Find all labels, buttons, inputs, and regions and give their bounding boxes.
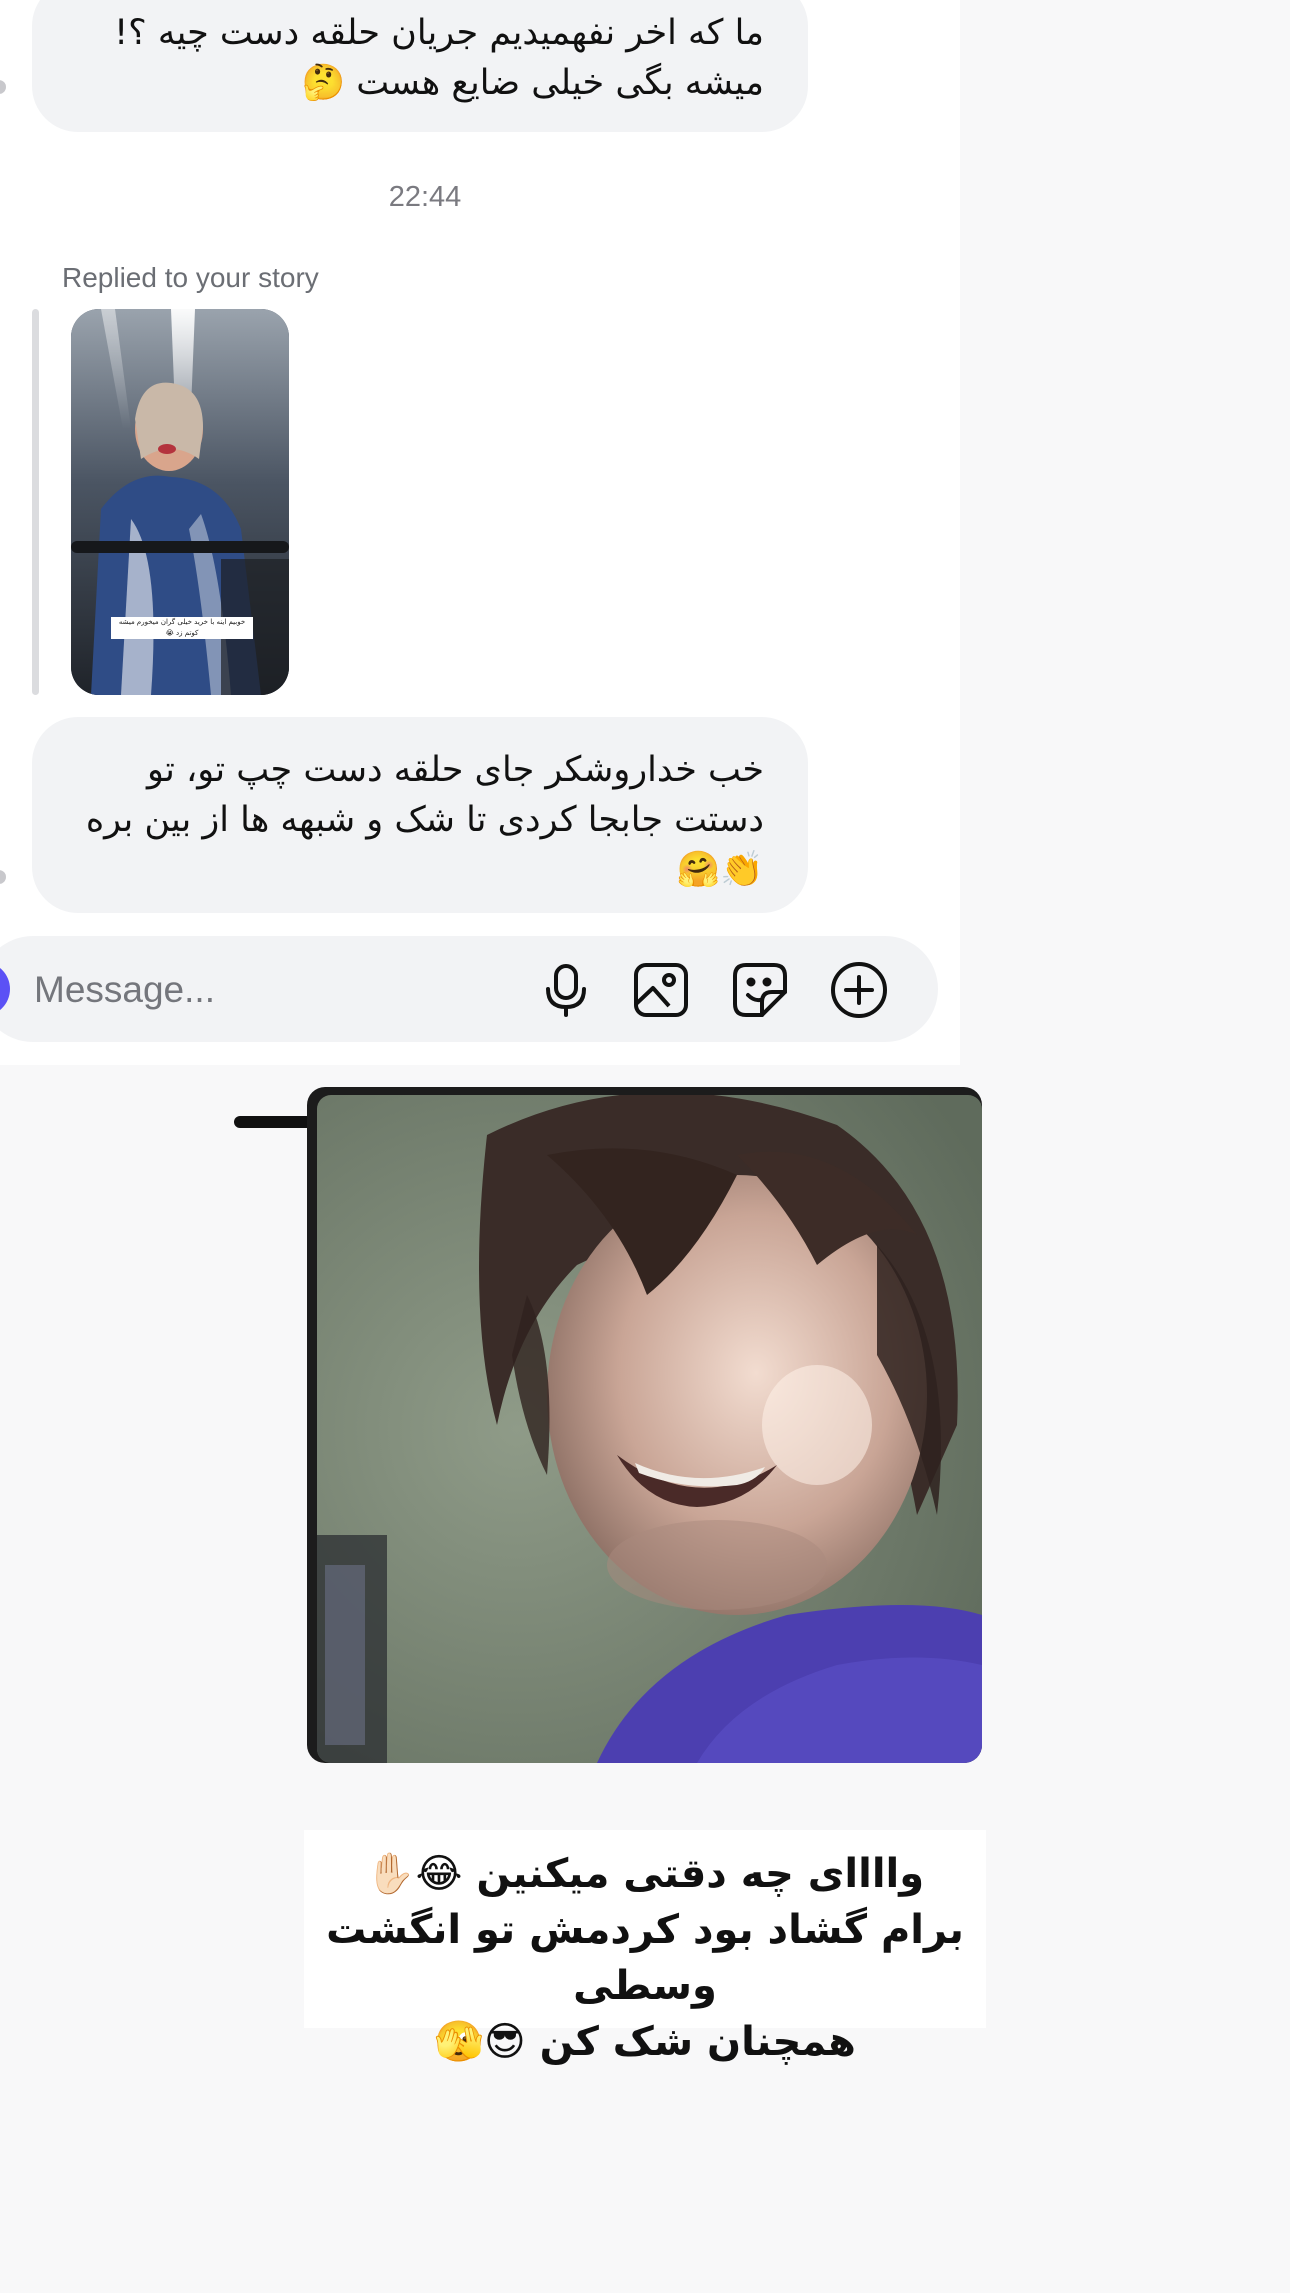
reply-indicator-bar (32, 309, 39, 695)
caption-line: برام گشاد بود کردمش تو انگشت وسطی (326, 1907, 964, 2009)
caption-line: واااای چه دقتی میکنین 😂✋🏻 (365, 1851, 925, 1897)
microphone-icon[interactable] (536, 960, 596, 1020)
story-thumbnail[interactable]: خوبیم اینه با خرید خیلی گران میخورم میشه… (71, 309, 289, 695)
replied-to-story-label: Replied to your story (62, 262, 319, 293)
message-timestamp: 22:44 (388, 181, 462, 213)
message-input[interactable] (32, 962, 506, 1018)
caption-line: همچنان شک کن 😎🫣 (434, 2019, 856, 2065)
message-text-line: میشه بگی خیلی ضایع هست 🤔 (301, 63, 764, 103)
caption-card: واااای چه دقتی میکنین 😂✋🏻 برام گشاد بود … (304, 1830, 986, 2065)
message-text-line: خب خداروشکر جای حلقه دست چپ تو، تو (147, 750, 764, 790)
story-caption: خوبیم اینه با خرید خیلی گران میخورم میشه… (111, 617, 253, 639)
caption-text: واااای چه دقتی میکنین 😂✋🏻 برام گشاد بود … (304, 1830, 986, 2070)
sticker-icon[interactable] (730, 960, 790, 1020)
add-icon[interactable] (829, 960, 889, 1020)
message-text-line: دستت جابجا کردی تا شک و شبهه ها از بین ب… (85, 800, 764, 840)
message-text-line: 👏🤗 (676, 850, 764, 890)
incoming-message-bubble[interactable]: ما که اخر نفهمیدیم جریان حلقه دست چیه ؟!… (32, 0, 808, 132)
sender-avatar[interactable] (0, 870, 6, 884)
video-frame-image (317, 1095, 982, 1763)
chat-panel: ما که اخر نفهمیدیم جریان حلقه دست چیه ؟!… (0, 0, 960, 1065)
sender-avatar[interactable] (0, 80, 6, 94)
video-sticker[interactable] (307, 1087, 982, 1763)
incoming-message-bubble[interactable]: خب خداروشکر جای حلقه دست چپ تو، تو دستت … (32, 717, 808, 913)
message-text-line: ما که اخر نفهمیدیم جریان حلقه دست چیه ؟! (114, 13, 764, 53)
gallery-icon[interactable] (631, 960, 691, 1020)
